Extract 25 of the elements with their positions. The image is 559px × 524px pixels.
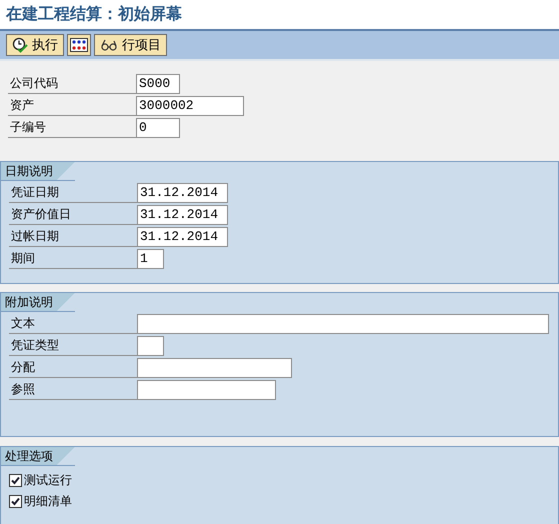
checkbox-label: 明细清单 <box>24 493 72 510</box>
glasses-icon <box>100 38 118 52</box>
input-field[interactable]: 31.12.2014 <box>137 205 228 225</box>
line-items-button[interactable]: 行项目 <box>94 34 167 56</box>
input-field[interactable] <box>137 336 164 356</box>
checkbox-label: 测试运行 <box>24 472 72 489</box>
screen-title: 在建工程结算：初始屏幕 <box>6 4 182 25</box>
input-field[interactable]: 0 <box>136 118 180 138</box>
input-field[interactable]: S000 <box>136 74 180 94</box>
group-title: 附加说明 <box>1 293 75 312</box>
layout-button[interactable] <box>67 34 91 56</box>
clock-check-icon <box>12 37 28 53</box>
checkbox[interactable] <box>9 474 22 487</box>
input-field[interactable] <box>137 358 292 378</box>
group-title: 日期说明 <box>1 162 75 181</box>
input-field[interactable]: 31.12.2014 <box>137 183 228 203</box>
input-field[interactable]: 1 <box>137 249 164 269</box>
execute-button[interactable]: 执行 <box>6 34 64 56</box>
group-title: 处理选项 <box>1 447 75 466</box>
input-field[interactable]: 3000002 <box>136 96 244 116</box>
input-field[interactable] <box>137 380 276 400</box>
dots-grid-icon <box>70 38 88 52</box>
input-field[interactable]: 31.12.2014 <box>137 227 228 247</box>
input-field[interactable] <box>137 314 549 334</box>
checkbox[interactable] <box>9 495 22 508</box>
